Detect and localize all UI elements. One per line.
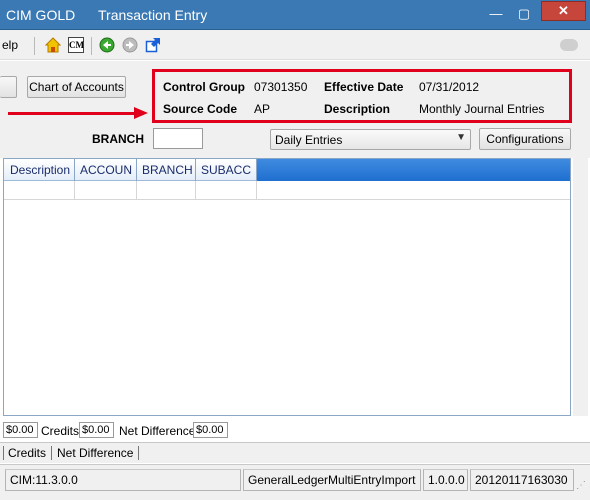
cim-icon[interactable]: CM [68,37,84,53]
branch-input[interactable] [153,128,203,149]
minimize-button[interactable]: — [486,6,506,21]
cloud-icon [560,39,578,51]
status-build: 20120117163030 [470,469,574,491]
bottom-tabs: Credits Net Difference [0,442,590,463]
debits-total: $0.00 [3,422,38,438]
home-icon[interactable] [45,37,61,53]
totals-bar: $0.00 Credits $0.00 Net Difference $0.00 [0,421,590,441]
status-bar: CIM:11.3.0.0 GeneralLedgerMultiEntryImpo… [0,464,590,500]
close-button[interactable]: ✕ [541,1,586,21]
window-title: Transaction Entry [98,7,208,23]
toolbar-separator [91,37,92,55]
grid-header: Description ACCOUN BRANCH SUBACC [4,159,570,181]
title-bar: CIM GOLD Transaction Entry — ▢ ✕ [0,0,590,30]
source-code-value: AP [254,102,271,116]
tab-credits[interactable]: Credits [8,446,46,460]
effective-date-label: Effective Date [324,80,404,94]
batch-info-panel: Control Group 07301350 Effective Date 07… [152,69,572,123]
configurations-button[interactable]: Configurations [479,128,571,150]
resize-grip-icon[interactable]: ⋰ [576,480,586,491]
popout-icon[interactable] [145,37,161,53]
source-code-label: Source Code [163,102,238,116]
status-module-version: 1.0.0.0 [423,469,468,491]
control-group-label: Control Group [163,80,245,94]
branch-label: BRANCH [92,132,144,146]
back-arrow-icon[interactable] [99,37,115,53]
chevron-down-icon: ▼ [456,132,466,143]
credits-total: $0.00 [79,422,114,438]
net-difference-total: $0.00 [193,422,228,438]
column-header-branch[interactable]: BRANCH [137,159,196,181]
vertical-scrollbar[interactable] [573,158,588,416]
chart-of-accounts-button[interactable]: Chart of Accounts [27,76,126,98]
control-group-value: 07301350 [254,80,308,94]
status-module: GeneralLedgerMultiEntryImport [243,469,421,491]
annotation-arrow [8,112,136,115]
credits-label: Credits [41,424,80,438]
forward-arrow-icon[interactable] [122,37,138,53]
net-difference-label: Net Difference [119,424,196,438]
effective-date-value: 07/31/2012 [419,80,480,94]
menu-toolbar: elp CM [0,30,590,60]
app-name: CIM GOLD [6,7,76,23]
maximize-button[interactable]: ▢ [514,6,534,22]
status-version: CIM:11.3.0.0 [5,469,241,491]
column-header-description[interactable]: Description [5,159,75,181]
column-header-account[interactable]: ACCOUN [75,159,137,181]
column-header-subaccount[interactable]: SUBACC [196,159,257,181]
table-row[interactable] [4,181,570,200]
tab-net-difference[interactable]: Net Difference [57,446,133,460]
entries-grid[interactable]: Description ACCOUN BRANCH SUBACC [3,158,571,416]
description-value: Monthly Journal Entries [419,102,545,116]
form-area: Chart of Accounts Control Group 07301350… [0,61,590,158]
grid-header-empty-area [257,159,570,181]
annotation-arrow-head [134,107,148,119]
menu-help[interactable]: elp [2,38,18,52]
entry-type-value: Daily Entries [275,133,343,147]
description-label: Description [324,102,391,116]
entry-type-select[interactable]: Daily Entries ▼ [270,129,471,150]
toolbar-separator [34,37,35,55]
left-partial-button[interactable] [0,76,17,98]
